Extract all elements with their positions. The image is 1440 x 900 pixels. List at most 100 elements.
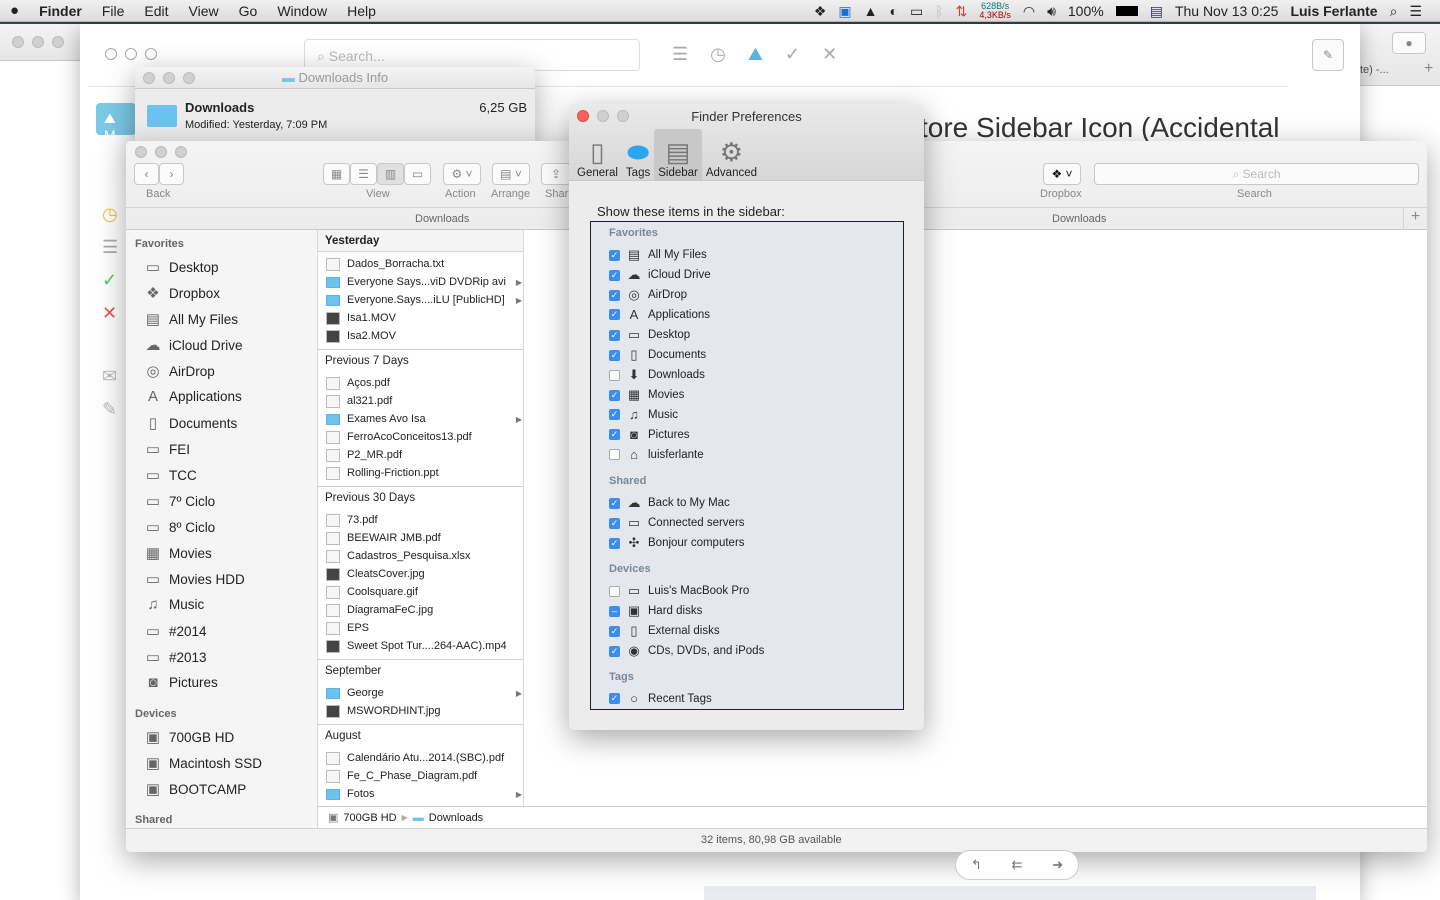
file-row[interactable]: Aços.pdf [326, 374, 522, 392]
sidebar-option[interactable]: ✓ ▦ Movies [609, 387, 684, 403]
menu-view[interactable]: View [179, 3, 229, 19]
file-row[interactable]: CleatsCover.jpg [326, 565, 522, 583]
sidebar-option[interactable]: – ▣ Hard disks [609, 603, 702, 619]
checkbox[interactable]: ✓ [609, 349, 620, 361]
share-button[interactable]: ⇪ [541, 163, 571, 185]
teamviewer-icon[interactable]: ▣ [838, 3, 851, 20]
sidebar-item[interactable]: ▭ 7º Ciclo [144, 492, 215, 510]
column-view-button[interactable]: ▥ [377, 163, 404, 185]
forward-icon[interactable]: ➜ [1052, 857, 1063, 873]
window-controls[interactable] [143, 72, 195, 84]
browser-tab[interactable]: te) -... [1360, 64, 1389, 76]
file-row[interactable]: Fotos ▶ [326, 785, 522, 803]
delete-icon[interactable]: ✕ [822, 44, 837, 65]
sidebar-item[interactable]: ♫ Music [144, 596, 204, 613]
network-arrows-icon[interactable]: ⇅ [956, 3, 968, 20]
checkbox[interactable]: ✓ [609, 409, 620, 420]
mailbox-icon[interactable]: ⛰ [748, 44, 763, 65]
sidebar-device[interactable]: ▣ Macintosh SSD [144, 754, 262, 772]
user-name[interactable]: Luis Ferlante [1290, 3, 1377, 19]
drive-icon[interactable]: ▲ [864, 3, 878, 19]
file-row[interactable]: DiagramaFeC.jpg [326, 601, 522, 619]
check-icon[interactable]: ✓ [785, 44, 800, 65]
dropbox-status-icon[interactable]: ❖ [814, 3, 827, 20]
search-field[interactable]: ⌕ Search [1094, 163, 1419, 185]
checkbox[interactable]: ✓ [609, 329, 620, 341]
prefs-tab-tags[interactable]: ⬬ Tags [622, 129, 654, 181]
checkbox[interactable] [609, 449, 620, 460]
sidebar-option[interactable]: ✓ ☁ iCloud Drive [609, 267, 711, 283]
checkbox[interactable] [609, 585, 620, 597]
checkbox[interactable]: ✓ [609, 309, 620, 320]
menu-help[interactable]: Help [337, 3, 386, 19]
compose-button[interactable]: ✎ [1312, 39, 1344, 71]
file-row[interactable]: P2_MR.pdf [326, 446, 522, 464]
download-button[interactable]: ● [1392, 32, 1426, 54]
checkbox[interactable]: ✓ [609, 693, 620, 704]
sidebar-option[interactable]: ✓ ◙ Pictures [609, 427, 690, 442]
sidebar-item[interactable]: ❖ Dropbox [144, 284, 220, 302]
checkbox[interactable]: ✓ [609, 537, 620, 549]
sidebar-option[interactable]: ✓ ▭ Desktop [609, 327, 690, 343]
sidebar-item[interactable]: ▭ Desktop [144, 258, 219, 276]
file-row[interactable]: 73.pdf [326, 511, 522, 529]
file-row[interactable]: Isa1.MOV [326, 309, 522, 327]
checkbox[interactable] [609, 369, 620, 381]
path-disk[interactable]: 700GB HD [343, 812, 396, 824]
file-row[interactable]: Dados_Borracha.txt [326, 255, 522, 273]
sidebar-option[interactable]: ✓ ◎ AirDrop [609, 287, 687, 303]
sidebar-item[interactable]: ▭ Movies HDD [144, 570, 245, 588]
icon-view-button[interactable]: ▦ [323, 163, 350, 185]
sidebar-device[interactable]: ▣ BOOTCAMP [144, 780, 246, 798]
later-icon[interactable]: ◷ [102, 204, 118, 225]
back-button[interactable]: ‹ [134, 163, 159, 185]
sidebar-item[interactable]: ▭ #2013 [144, 648, 207, 666]
arrange-button[interactable]: ▤ ˅ [492, 163, 530, 185]
sidebar-option[interactable]: ✓ ○ Recent Tags [609, 691, 712, 706]
sidebar-item[interactable]: ▭ #2014 [144, 622, 207, 640]
list-view-button[interactable]: ☰ [350, 163, 377, 185]
window-controls[interactable] [135, 146, 187, 158]
checkbox[interactable]: ✓ [609, 497, 620, 509]
volume-icon[interactable]: 🔊︎ [1047, 3, 1056, 20]
path-folder[interactable]: Downloads [429, 812, 483, 824]
add-tab-button[interactable]: + [1403, 208, 1427, 230]
menu-finder[interactable]: Finder [29, 3, 92, 19]
file-row[interactable]: Cadastros_Pesquisa.xlsx [326, 547, 522, 565]
checkbox[interactable]: ✓ [609, 429, 620, 440]
sidebar-option[interactable]: ✓ ☁ Back to My Mac [609, 495, 730, 511]
action-button[interactable]: ⚙ ˅ [443, 163, 481, 185]
file-row[interactable]: Exames Avo Isa ▶ [326, 410, 522, 428]
drafts-pencil-icon[interactable]: ✎ [102, 399, 118, 420]
sidebar-item[interactable]: ◙ Pictures [144, 674, 217, 691]
flag-input-icon[interactable]: ▤ [1150, 3, 1163, 20]
wifi-icon[interactable]: ◠ [1023, 3, 1035, 20]
clock-icon[interactable]: ◷ [710, 44, 726, 65]
sidebar-item[interactable]: ▭ FEI [144, 440, 190, 458]
prefs-tab-sidebar[interactable]: ▤ Sidebar [654, 129, 702, 181]
sidebar-option[interactable]: ⌂ luisferlante [609, 447, 704, 462]
notification-center-icon[interactable]: ☰ [1409, 3, 1422, 20]
prefs-tab-advanced[interactable]: ⚙ Advanced [702, 129, 761, 181]
checkbox[interactable]: ✓ [609, 625, 620, 637]
sidebar-option[interactable]: ✓ ▭ Connected servers [609, 515, 745, 531]
checkbox[interactable]: ✓ [609, 389, 620, 401]
checkbox[interactable]: – [609, 605, 620, 617]
sidebar-item[interactable]: ▭ 8º Ciclo [144, 518, 215, 536]
inbox-envelope-icon[interactable]: ✉ [102, 366, 118, 387]
file-row[interactable]: Calendário Atu...2014.(SBC).pdf [326, 749, 522, 767]
bluetooth-icon[interactable]: ᛒ [935, 3, 943, 19]
sidebar-device[interactable]: ▣ 700GB HD [144, 728, 234, 746]
sidebar-option[interactable]: ✓ ▤ All My Files [609, 247, 707, 263]
sidebar-option[interactable]: ✓ ♫ Music [609, 407, 678, 422]
file-row[interactable]: George ▶ [326, 684, 522, 702]
checkbox[interactable]: ✓ [609, 517, 620, 529]
menu-edit[interactable]: Edit [134, 3, 178, 19]
new-tab-button[interactable]: + [1424, 60, 1433, 78]
file-row[interactable]: BEEWAIR JMB.pdf [326, 529, 522, 547]
file-row[interactable]: Fe_C_Phase_Diagram.pdf [326, 767, 522, 785]
checkbox[interactable]: ✓ [609, 269, 620, 281]
apple-menu[interactable]: ● [0, 2, 29, 19]
trash-x-icon[interactable]: ✕ [102, 303, 118, 324]
file-row[interactable]: Everyone Says...viD DVDRip avi ▶ [326, 273, 522, 291]
